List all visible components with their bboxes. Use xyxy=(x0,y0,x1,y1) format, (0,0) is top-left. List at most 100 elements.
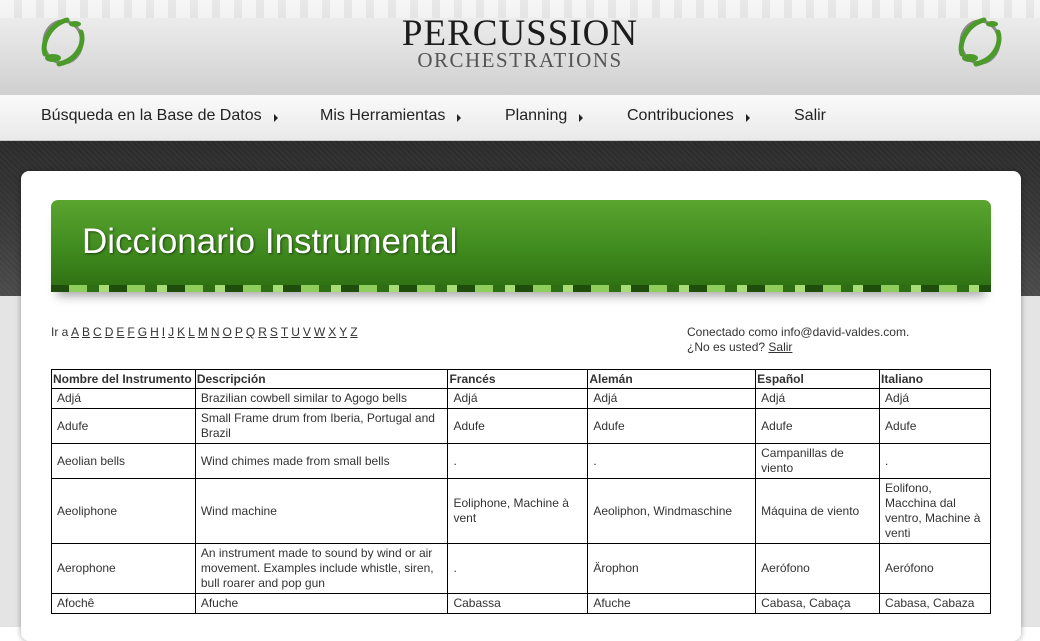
table-header-row: Nombre del Instrumento Descripción Franc… xyxy=(51,369,991,389)
table-cell: Adjá xyxy=(51,388,196,409)
alphabet-letter-f[interactable]: F xyxy=(127,325,134,339)
alphabet-letter-e[interactable]: E xyxy=(116,325,124,339)
column-header: Italiano xyxy=(879,369,991,389)
alphabet-letter-t[interactable]: T xyxy=(281,325,288,339)
table-cell: Wind machine xyxy=(194,478,449,544)
page-title: Diccionario Instrumental xyxy=(82,222,458,261)
table-cell: . xyxy=(587,443,757,479)
alphabet-prefix: Ir a xyxy=(51,325,69,339)
caret-right-icon xyxy=(745,113,750,122)
table-row: Adufe Small Frame drum from Iberia, Portu… xyxy=(51,408,991,444)
alphabet-letter-w[interactable]: W xyxy=(314,325,325,339)
alphabet-letter-x[interactable]: X xyxy=(328,325,336,339)
table-cell: Adufe xyxy=(587,408,757,444)
table-cell: . xyxy=(879,443,991,479)
table-cell: Afuche xyxy=(194,593,449,614)
table-cell: An instrument made to sound by wind or a… xyxy=(194,543,449,594)
alphabet-letter-p[interactable]: P xyxy=(235,325,243,339)
alphabet-letter-k[interactable]: K xyxy=(177,325,185,339)
nav-label: Planning xyxy=(505,107,568,124)
table-body: Adjá Brazilian cowbell similar to Agogo b… xyxy=(51,388,991,614)
alphabet-letter-i[interactable]: I xyxy=(162,325,165,339)
table-cell: Adjá xyxy=(587,388,757,409)
table-cell: Cabassa xyxy=(447,593,589,614)
nav-salir[interactable]: Salir xyxy=(794,107,826,125)
table-cell: . xyxy=(447,543,589,594)
table-cell: Aeoliphon, Windmaschine xyxy=(587,478,757,544)
table-cell: Eolifono, Macchina dal ventro, Machine à… xyxy=(879,478,991,544)
alphabet-letter-q[interactable]: Q xyxy=(246,325,255,339)
alphabet-letter-d[interactable]: D xyxy=(105,325,114,339)
nav-busqueda[interactable]: Búsqueda en la Base de Datos xyxy=(41,107,278,125)
table-cell: Brazilian cowbell similar to Agogo bells xyxy=(194,388,449,409)
alphabet-letter-l[interactable]: L xyxy=(188,325,195,339)
table-cell: Wind chimes made from small bells xyxy=(194,443,449,479)
alphabet-letter-v[interactable]: V xyxy=(303,325,311,339)
not-you-text: ¿No es usted? xyxy=(687,340,766,354)
nav-contribuciones[interactable]: Contribuciones xyxy=(627,107,750,125)
alphabet-letter-h[interactable]: H xyxy=(150,325,159,339)
banner-stripe xyxy=(51,285,991,292)
logo-swirl-icon[interactable] xyxy=(954,14,1006,70)
nav-planning[interactable]: Planning xyxy=(505,107,584,125)
nav-label: Búsqueda en la Base de Datos xyxy=(41,107,262,124)
connected-text: Conectado como info@david-valdes.com. xyxy=(687,325,910,339)
table-row: Aeolian bells Wind chimes made from small… xyxy=(51,443,991,479)
dictionary-table: Nombre del Instrumento Descripción Franc… xyxy=(51,369,991,614)
table-cell: Adufe xyxy=(755,408,881,444)
table-cell: Adjá xyxy=(755,388,881,409)
alphabet-letter-j[interactable]: J xyxy=(168,325,174,339)
column-header: Francés xyxy=(447,369,589,389)
brand-subtitle: ORCHESTRATIONS xyxy=(417,48,623,72)
table-cell: Afuche xyxy=(587,593,757,614)
main-nav: Búsqueda en la Base de Datos Mis Herrami… xyxy=(0,95,1040,141)
table-cell: Adjá xyxy=(879,388,991,409)
table-cell: Aerophone xyxy=(51,543,196,594)
table-row: Afochê Afuche Cabassa Afuche Cabasa, Cabaça C… xyxy=(51,593,991,614)
page-banner: Diccionario Instrumental xyxy=(51,200,991,292)
column-header: Alemán xyxy=(587,369,757,389)
nav-label: Mis Herramientas xyxy=(320,107,446,124)
table-row: Adjá Brazilian cowbell similar to Agogo b… xyxy=(51,388,991,409)
alphabet-letter-s[interactable]: S xyxy=(270,325,278,339)
nav-herramientas[interactable]: Mis Herramientas xyxy=(320,107,462,125)
alphabet-letter-y[interactable]: Y xyxy=(339,325,347,339)
table-row: Aeoliphone Wind machine Eoliphone, Machine… xyxy=(51,478,991,544)
alphabet-letter-n[interactable]: N xyxy=(211,325,220,339)
table-cell: Cabasa, Cabaza xyxy=(879,593,991,614)
caret-right-icon xyxy=(457,113,462,122)
alphabet-letter-r[interactable]: R xyxy=(258,325,267,339)
content-card: Diccionario Instrumental Ir a ABCDEFGHIJ… xyxy=(21,171,1021,641)
logout-link[interactable]: Salir xyxy=(768,340,792,354)
table-cell: Cabasa, Cabaça xyxy=(755,593,881,614)
table-cell: Adufe xyxy=(51,408,196,444)
alphabet-letter-a[interactable]: A xyxy=(71,325,79,339)
table-cell: Campanillas de viento xyxy=(755,443,881,479)
nav-label: Contribuciones xyxy=(627,107,734,124)
alphabet-letters: ABCDEFGHIJKLMNOPQRSTUVWXYZ xyxy=(71,325,361,339)
table-cell: Aerófono xyxy=(755,543,881,594)
table-cell: Aerófono xyxy=(879,543,991,594)
table-row: Aerophone An instrument made to sound by … xyxy=(51,543,991,594)
table-cell: Aeolian bells xyxy=(51,443,196,479)
site-header: PERCUSSION ORCHESTRATIONS xyxy=(0,0,1040,96)
alphabet-letter-m[interactable]: M xyxy=(198,325,208,339)
alphabet-index: Ir a ABCDEFGHIJKLMNOPQRSTUVWXYZ xyxy=(51,325,361,339)
table-cell: Adufe xyxy=(879,408,991,444)
alphabet-letter-u[interactable]: U xyxy=(291,325,300,339)
table-cell: Afochê xyxy=(51,593,196,614)
alphabet-letter-o[interactable]: O xyxy=(222,325,231,339)
caret-right-icon xyxy=(273,113,278,122)
column-header: Descripción xyxy=(194,369,449,389)
table-cell: Eoliphone, Machine à vent xyxy=(447,478,589,544)
table-cell: Small Frame drum from Iberia, Portugal a… xyxy=(194,408,449,444)
alphabet-letter-g[interactable]: G xyxy=(138,325,147,339)
alphabet-letter-c[interactable]: C xyxy=(93,325,102,339)
alphabet-letter-z[interactable]: Z xyxy=(350,325,357,339)
login-status: Conectado como info@david-valdes.com. ¿N… xyxy=(687,325,909,355)
column-header: Nombre del Instrumento xyxy=(51,369,196,389)
table-cell: Adjá xyxy=(447,388,589,409)
table-cell: Ärophon xyxy=(587,543,757,594)
alphabet-letter-b[interactable]: B xyxy=(82,325,90,339)
table-cell: . xyxy=(447,443,589,479)
